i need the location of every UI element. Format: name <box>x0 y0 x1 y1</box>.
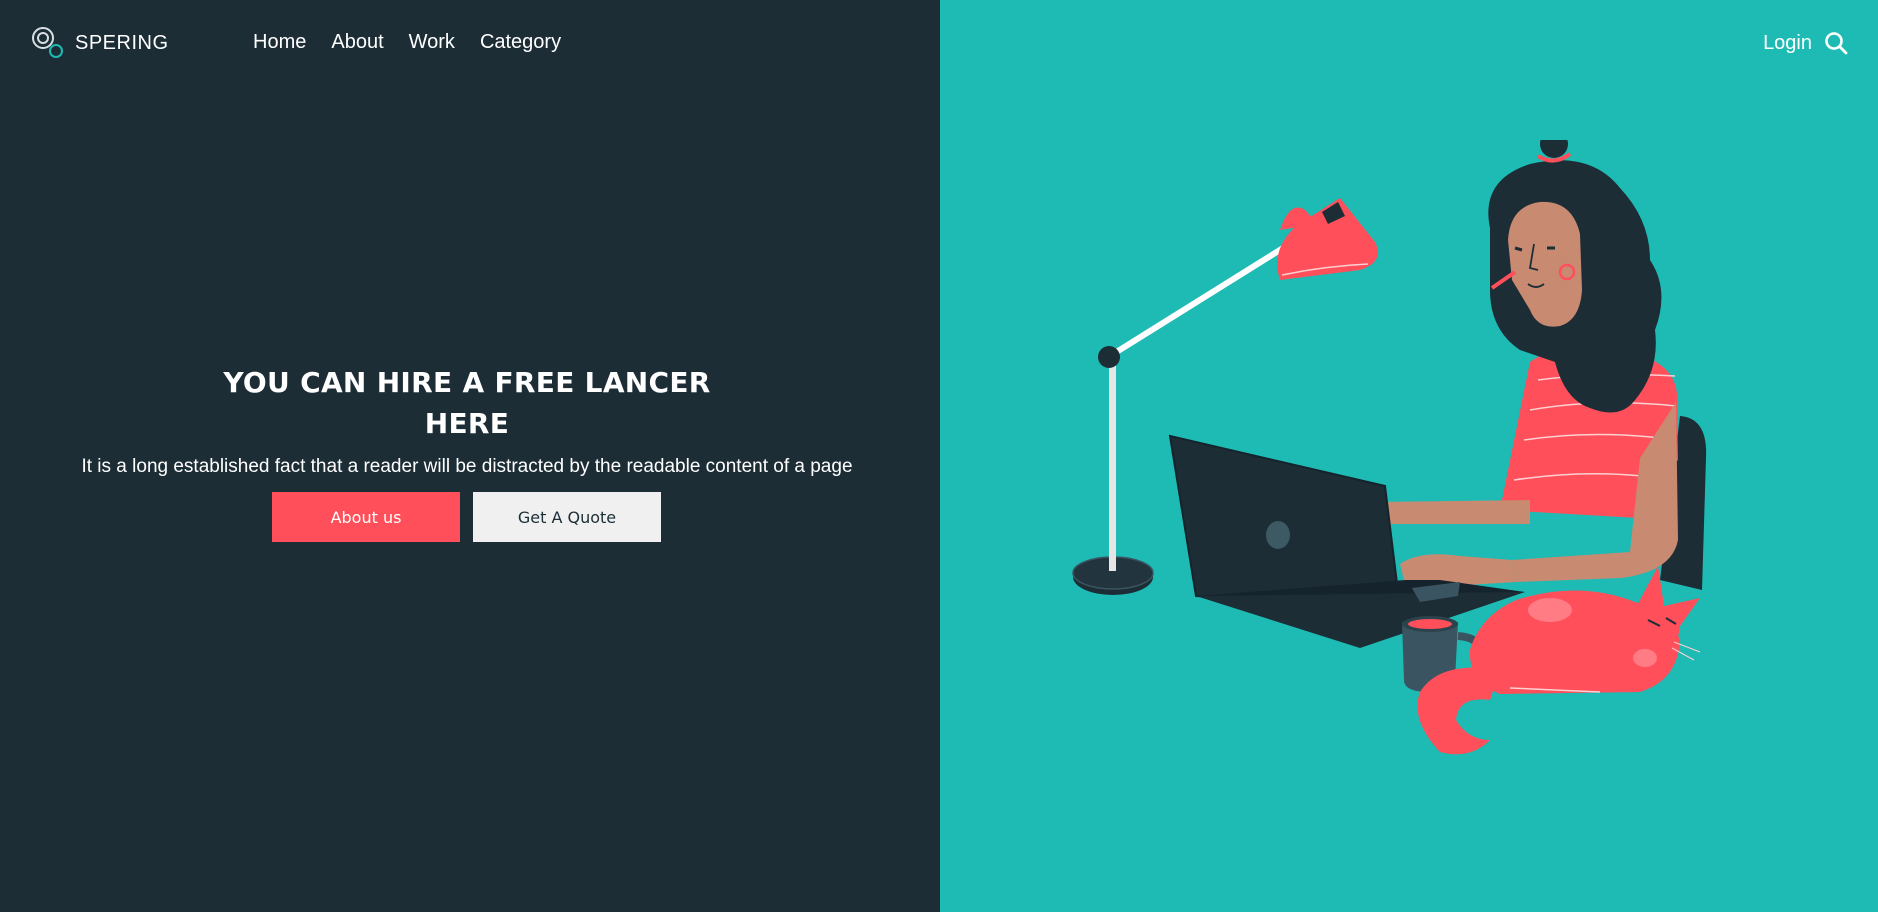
brand-name: SPERING <box>75 31 169 54</box>
main-nav: Home About Work Category <box>253 31 561 54</box>
hero-illustration <box>1060 130 1780 780</box>
hero-section: YOU CAN HIRE A FREE LANCER HERE It is a … <box>0 362 934 542</box>
circles-logo-icon <box>31 26 65 60</box>
search-icon[interactable] <box>1824 31 1848 55</box>
nav-item-work[interactable]: Work <box>409 31 455 54</box>
laptop-illustration <box>1168 434 1525 648</box>
hero-buttons: About us Get A Quote <box>0 492 934 542</box>
nav-item-home[interactable]: Home <box>253 31 306 54</box>
hero-title: YOU CAN HIRE A FREE LANCER HERE <box>223 366 711 440</box>
nav-item-category[interactable]: Category <box>480 31 561 54</box>
woman-illustration <box>1380 130 1678 587</box>
about-us-button[interactable]: About us <box>272 492 460 542</box>
hero-subtitle: It is a long established fact that a rea… <box>81 456 853 477</box>
get-a-quote-button[interactable]: Get A Quote <box>473 492 661 542</box>
login-link[interactable]: Login <box>1763 32 1812 55</box>
brand[interactable]: SPERING <box>31 26 169 60</box>
header-tools: Login <box>1763 31 1848 55</box>
nav-item-about[interactable]: About <box>331 31 383 54</box>
